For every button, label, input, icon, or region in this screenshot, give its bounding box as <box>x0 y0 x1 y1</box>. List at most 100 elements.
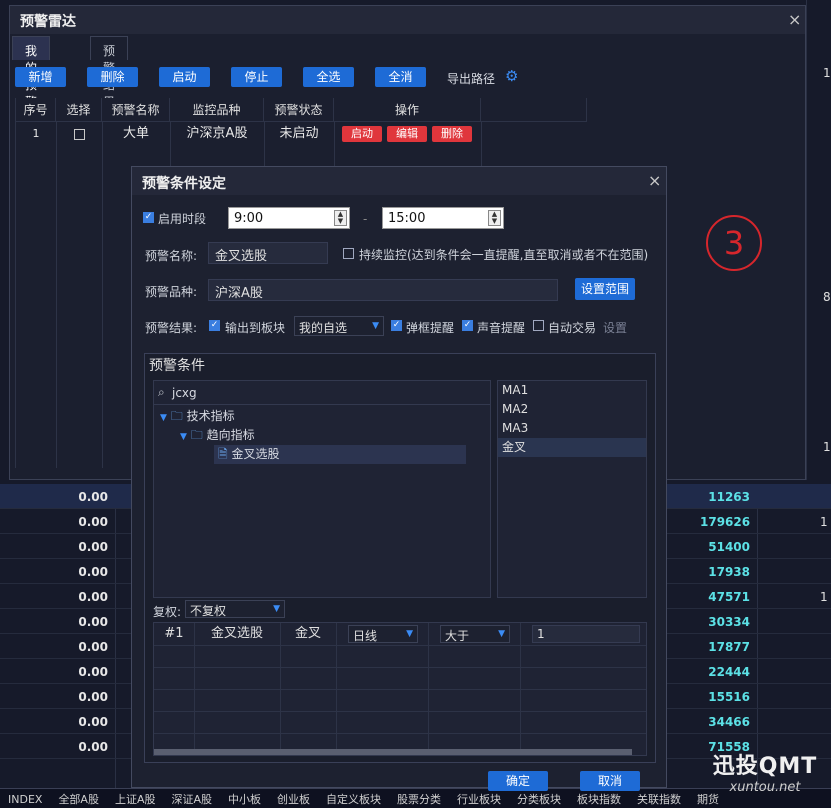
spin-icon[interactable]: ▲ ▼ <box>334 210 347 226</box>
bottom-tab[interactable]: 创业板 <box>269 789 318 808</box>
set-range-button[interactable]: 设置范围 <box>575 278 635 300</box>
caret-down-icon: ▼ <box>180 432 187 442</box>
time-start-input[interactable]: 9:00 ▲ ▼ <box>228 207 350 229</box>
adjust-value: 不复权 <box>190 604 227 618</box>
bottom-tab[interactable]: 上证A股 <box>107 789 164 808</box>
delete-button[interactable]: 删除 <box>87 67 138 87</box>
row-status: 未启动 <box>279 126 319 141</box>
zero-value: 0.00 <box>78 640 108 654</box>
horizontal-scrollbar[interactable] <box>154 749 632 755</box>
bottom-tab[interactable]: 关联指数 <box>629 789 689 808</box>
condition-section: 预警条件 ⌕ jcxg ▼ 🗀 技术指标 ▼ 🗀 趋向指标 🗎 金叉选股 MA1 <box>144 353 656 763</box>
time-end-input[interactable]: 15:00 ▲ ▼ <box>382 207 504 229</box>
grid-signal: 金叉 <box>294 626 321 641</box>
new-button[interactable]: 新增 <box>15 67 66 87</box>
alert-name-input[interactable]: 金叉选股 <box>208 242 328 264</box>
close-icon[interactable]: × <box>788 10 801 29</box>
variety-input[interactable]: 沪深A股 <box>208 279 558 301</box>
row-index: 1 <box>32 127 40 140</box>
bottom-tab[interactable]: 全部A股 <box>50 789 107 808</box>
row-variety: 沪深京A股 <box>186 126 248 141</box>
output-checkbox[interactable]: ✓ <box>209 320 220 331</box>
sound-checkbox[interactable]: ✓ <box>462 320 473 331</box>
grid-index: #1 <box>164 626 184 641</box>
tree-node-golden-cross[interactable]: 🗎 金叉选股 <box>214 445 466 464</box>
radar-toolbar: 新增 删除 启动 停止 全选 全消 导出路径 ⚙ <box>10 64 805 92</box>
output-board-select[interactable]: 我的自选 ▼ <box>294 316 384 336</box>
alert-result-label: 预警结果: <box>145 321 198 335</box>
output-list: MA1 MA2 MA3 金叉 <box>497 380 647 598</box>
gear-icon[interactable]: ⚙ <box>505 67 518 85</box>
zero-value: 0.00 <box>78 515 108 529</box>
bottom-tab[interactable]: 行业板块 <box>449 789 509 808</box>
zero-value: 0.00 <box>78 590 108 604</box>
search-icon: ⌕ <box>158 385 165 399</box>
right-value: 1 <box>820 590 828 604</box>
continuous-checkbox[interactable] <box>343 248 354 259</box>
value-input[interactable]: 1 <box>532 625 640 643</box>
start-button[interactable]: 启动 <box>159 67 210 87</box>
annotation-circle: 3 <box>706 215 762 271</box>
chevron-down-icon: ▼ <box>372 321 379 331</box>
bottom-tab[interactable]: 股票分类 <box>389 789 449 808</box>
row-delete-button[interactable]: 删除 <box>432 126 472 142</box>
bottom-tab[interactable]: INDEX <box>0 791 50 808</box>
bottom-tab[interactable]: 分类板块 <box>509 789 569 808</box>
spin-icon[interactable]: ▲ ▼ <box>488 210 501 226</box>
adjust-select[interactable]: 不复权 ▼ <box>185 600 285 618</box>
row-start-button[interactable]: 启动 <box>342 126 382 142</box>
col-header-index: 序号 <box>16 98 56 122</box>
folder-icon: 🗀 <box>170 409 183 423</box>
grid-row-line <box>154 645 646 646</box>
search-input[interactable]: jcxg <box>172 386 197 400</box>
enable-time-label: 启用时段 <box>158 212 207 226</box>
volume-value: 51400 <box>708 540 750 554</box>
zero-value: 0.00 <box>78 490 108 504</box>
select-all-button[interactable]: 全选 <box>303 67 354 87</box>
bottom-tab[interactable]: 自定义板块 <box>318 789 389 808</box>
watermark-title: 迅投QMT <box>712 754 818 779</box>
deselect-all-button[interactable]: 全消 <box>375 67 426 87</box>
bottom-tab[interactable]: 深证A股 <box>164 789 221 808</box>
zero-value: 0.00 <box>78 540 108 554</box>
list-item[interactable]: MA3 <box>498 419 646 438</box>
cancel-button[interactable]: 取消 <box>580 771 640 791</box>
bottom-tab[interactable]: 板块指数 <box>569 789 629 808</box>
row-name: 大单 <box>122 126 149 141</box>
tab-my-alerts[interactable]: 我的预警 <box>12 36 51 109</box>
search-box[interactable]: ⌕ jcxg <box>154 381 490 405</box>
enable-time-checkbox[interactable]: ✓ <box>143 212 154 223</box>
volume-value: 47571 <box>708 590 750 604</box>
col-header-blank <box>481 98 587 122</box>
popup-checkbox[interactable]: ✓ <box>391 320 402 331</box>
stop-button[interactable]: 停止 <box>231 67 282 87</box>
period-value: 日线 <box>353 629 378 643</box>
condition-title: 预警条件设定 <box>142 176 226 192</box>
col-divider <box>102 122 103 468</box>
tree-label: 趋向指标 <box>206 428 255 442</box>
settings-link[interactable]: 设置 <box>603 319 627 336</box>
list-item[interactable]: 金叉 <box>498 438 646 457</box>
tree-node-tech[interactable]: ▼ 🗀 技术指标 <box>160 407 235 426</box>
compare-select[interactable]: 大于 ▼ <box>440 625 510 643</box>
tab-alert-results[interactable]: 预警结果 <box>90 36 129 109</box>
row-select-checkbox[interactable] <box>56 123 102 145</box>
list-item[interactable]: MA2 <box>498 400 646 419</box>
time-separator: - <box>363 212 368 226</box>
right-value: 8 <box>823 290 831 304</box>
period-select[interactable]: 日线 ▼ <box>348 625 418 643</box>
row-edit-button[interactable]: 编辑 <box>387 126 427 142</box>
ok-button[interactable]: 确定 <box>488 771 548 791</box>
tree-label: 金叉选股 <box>231 447 280 461</box>
background-right-panel: 1 8 1 <box>806 0 831 480</box>
tree-node-trend[interactable]: ▼ 🗀 趋向指标 <box>180 426 255 445</box>
list-item[interactable]: MA1 <box>498 381 646 400</box>
bottom-tab[interactable]: 中小板 <box>220 789 269 808</box>
chevron-down-icon: ▼ <box>273 604 280 614</box>
indicator-tree: ⌕ jcxg ▼ 🗀 技术指标 ▼ 🗀 趋向指标 🗎 金叉选股 <box>153 380 491 598</box>
variety-label: 预警品种: <box>145 285 198 299</box>
auto-trade-checkbox[interactable] <box>533 320 544 331</box>
volume-value: 11263 <box>708 490 750 504</box>
volume-value: 17877 <box>708 640 750 654</box>
close-icon[interactable]: × <box>648 171 661 190</box>
